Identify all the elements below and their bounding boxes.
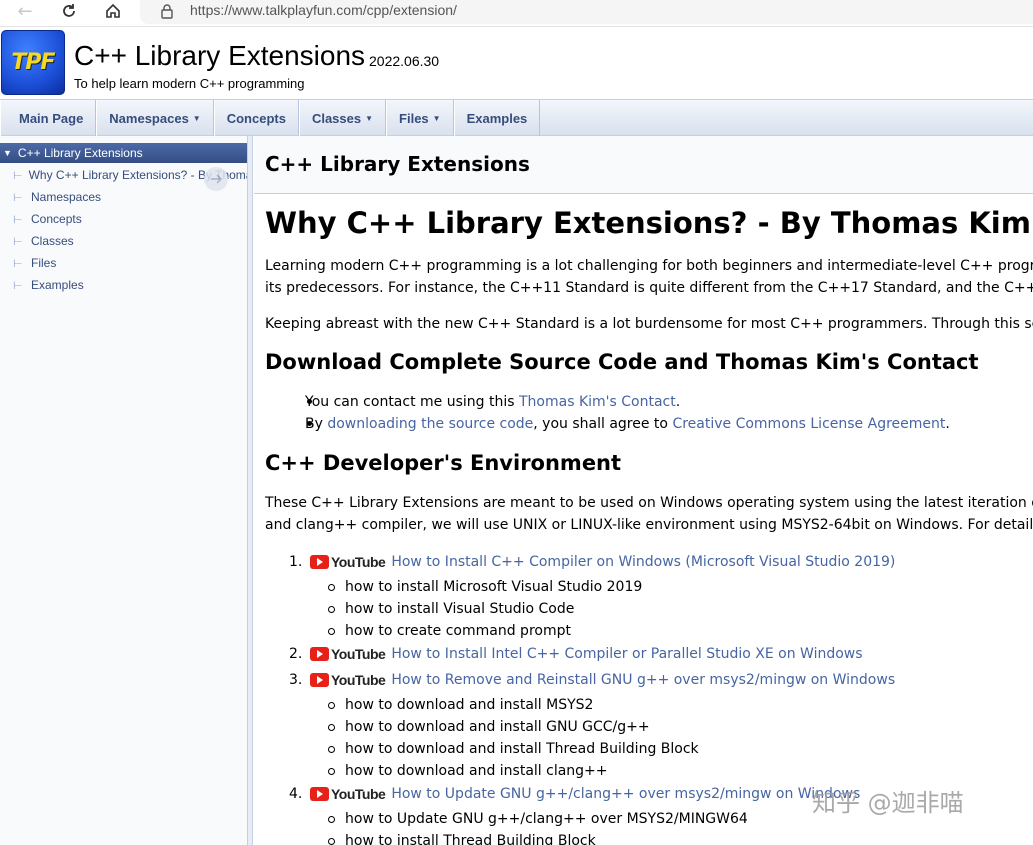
section-download-heading: Download Complete Source Code and Thomas…	[265, 350, 979, 374]
page-title: C++ Library Extensions	[265, 152, 530, 176]
tree-item-selected[interactable]: ▼ C++ Library Extensions	[0, 143, 247, 163]
circle-bullet-icon	[328, 816, 335, 823]
video-item: YouTube How to Remove and Reinstall GNU g…	[310, 669, 895, 691]
contact-item: You can contact me using this Thomas Kim…	[305, 394, 681, 410]
video-link[interactable]: How to Install Intel C++ Compiler or Par…	[391, 646, 862, 662]
tab-main-page[interactable]: Main Page	[0, 100, 97, 136]
page-header: C++ Library Extensions	[254, 136, 1033, 194]
main-heading: Why C++ Library Extensions? - By Thomas …	[265, 206, 1031, 240]
sub-item: how to download and install GNU GCC/g++	[345, 719, 650, 735]
site-header: TPF C++ Library Extensions 2022.06.30 To…	[0, 27, 1033, 100]
list-number: 1.	[289, 554, 303, 570]
circle-bullet-icon	[328, 746, 335, 753]
zhihu-watermark: 知乎 @迦非喵	[812, 789, 964, 817]
youtube-icon: YouTube	[310, 783, 386, 805]
video-item: YouTube How to Install Intel C++ Compiler…	[310, 643, 863, 665]
circle-bullet-icon	[328, 838, 335, 845]
intro-line-2: its predecessors. For instance, the C++1…	[265, 280, 1033, 296]
lock-icon	[161, 4, 173, 19]
main-content: C++ Library Extensions Why C++ Library E…	[254, 136, 1033, 845]
circle-bullet-icon	[328, 606, 335, 613]
nav-tree: ▼ C++ Library Extensions ⊢ Why C++ Librar…	[0, 136, 248, 845]
project-number: 2022.06.30	[369, 53, 440, 69]
tree-item-files[interactable]: ⊢ Files	[0, 253, 247, 273]
tree-item-concepts[interactable]: ⊢ Concepts	[0, 209, 247, 229]
tree-line-icon: ⊢	[13, 257, 23, 270]
download-item: By downloading the source code, you shal…	[305, 416, 950, 432]
dropdown-arrow-icon: ▼	[192, 113, 201, 123]
tab-concepts[interactable]: Concepts	[213, 100, 299, 136]
main-nav-tabs: Main Page Namespaces ▼ Concepts Classes ▼ …	[0, 100, 1033, 136]
sub-item: how to install Thread Building Block	[345, 833, 596, 845]
browser-toolbar: ← https://www.talkplayfun.com/cpp/extens…	[0, 0, 1033, 27]
tree-line-icon: ⊢	[13, 169, 23, 182]
back-icon[interactable]: ←	[12, 0, 38, 22]
url-text: https://www.talkplayfun.com/cpp/extensio…	[190, 2, 457, 18]
video-item: YouTube How to Update GNU g++/clang++ ove…	[310, 783, 860, 805]
env-line-2: and clang++ compiler, we will use UNIX o…	[265, 517, 1033, 533]
video-link[interactable]: How to Install C++ Compiler on Windows (…	[391, 554, 895, 570]
video-link[interactable]: How to Remove and Reinstall GNU g++ over…	[391, 672, 895, 688]
intro-paragraph-2: Keeping abreast with the new C++ Standar…	[265, 316, 1033, 332]
sub-item: how to install Microsoft Visual Studio 2…	[345, 579, 643, 595]
tree-item-namespaces[interactable]: ⊢ Namespaces	[0, 187, 247, 207]
env-line-1: These C++ Library Extensions are meant t…	[265, 495, 1033, 511]
sub-item: how to download and install MSYS2	[345, 697, 594, 713]
tree-line-icon: ⊢	[13, 279, 23, 292]
intro-line-1: Learning modern C++ programming is a lot…	[265, 258, 1033, 274]
circle-bullet-icon	[328, 584, 335, 591]
section-environment-heading: C++ Developer's Environment	[265, 451, 622, 475]
contact-link[interactable]: Thomas Kim's Contact	[519, 394, 676, 410]
tab-files[interactable]: Files ▼	[386, 100, 454, 136]
project-name: C++ Library Extensions	[74, 40, 366, 71]
circle-bullet-icon	[328, 768, 335, 775]
sub-item: how to create command prompt	[345, 623, 571, 639]
youtube-icon: YouTube	[310, 669, 386, 691]
tree-line-icon: ⊢	[13, 191, 23, 204]
tree-item-classes[interactable]: ⊢ Classes	[0, 231, 247, 251]
sidebar-resize-handle[interactable]	[248, 136, 253, 845]
tree-line-icon: ⊢	[13, 235, 23, 248]
list-number: 3.	[289, 672, 303, 688]
dropdown-arrow-icon: ▼	[365, 113, 374, 123]
tree-line-icon: ⊢	[13, 213, 23, 226]
tab-examples[interactable]: Examples	[453, 100, 541, 136]
sub-item: how to download and install clang++	[345, 763, 608, 779]
video-link[interactable]: How to Update GNU g++/clang++ over msys2…	[391, 786, 860, 802]
sub-item: how to download and install Thread Build…	[345, 741, 699, 757]
circle-bullet-icon	[328, 724, 335, 731]
list-number: 2.	[289, 646, 303, 662]
circle-bullet-icon	[328, 702, 335, 709]
project-brief: To help learn modern C++ programming	[74, 76, 305, 91]
tree-item-examples[interactable]: ⊢ Examples	[0, 275, 247, 295]
dropdown-arrow-icon: ▼	[432, 113, 441, 123]
download-source-link[interactable]: downloading the source code	[327, 416, 533, 432]
license-link[interactable]: Creative Commons License Agreement	[672, 416, 945, 432]
list-number: 4.	[289, 786, 303, 802]
youtube-icon: YouTube	[310, 551, 386, 573]
tab-classes[interactable]: Classes ▼	[298, 100, 387, 136]
home-icon[interactable]	[100, 0, 126, 22]
address-bar[interactable]: https://www.talkplayfun.com/cpp/extensio…	[140, 0, 1033, 24]
tab-namespaces[interactable]: Namespaces ▼	[96, 100, 214, 136]
tpf-logo: TPF	[1, 30, 65, 95]
reload-icon[interactable]	[56, 0, 82, 22]
sub-item: how to Update GNU g++/clang++ over MSYS2…	[345, 811, 748, 827]
video-item: YouTube How to Install C++ Compiler on Wi…	[310, 551, 895, 573]
sub-item: how to install Visual Studio Code	[345, 601, 575, 617]
circle-bullet-icon	[328, 628, 335, 635]
expand-arrow-icon[interactable]: ▼	[3, 148, 12, 158]
youtube-icon: YouTube	[310, 643, 386, 665]
